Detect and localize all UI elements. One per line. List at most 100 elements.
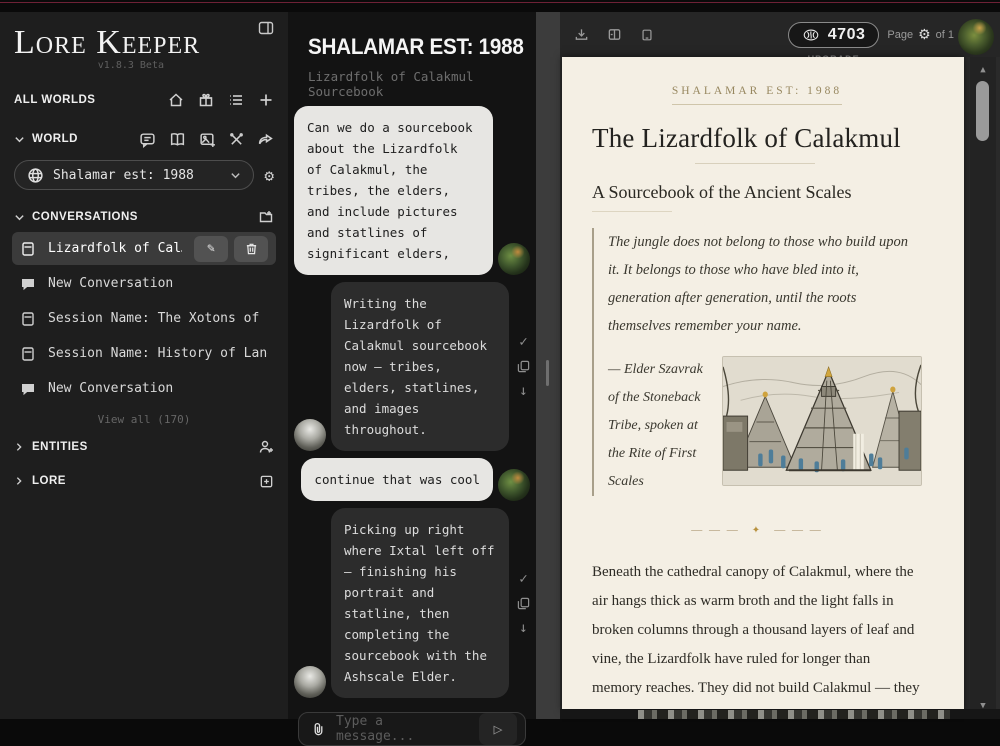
document-blockquote: The jungle does not belong to those who … bbox=[592, 228, 922, 496]
next-page-image-edge bbox=[638, 710, 950, 719]
copy-icon[interactable] bbox=[517, 360, 530, 373]
assistant-avatar bbox=[294, 419, 326, 451]
lore-section-row[interactable]: LORE bbox=[0, 468, 288, 494]
gift-icon[interactable] bbox=[198, 92, 214, 108]
edit-conversation-button[interactable]: ✎ bbox=[194, 236, 228, 262]
list-icon[interactable] bbox=[228, 92, 244, 108]
delete-conversation-button[interactable] bbox=[234, 236, 268, 262]
assistant-avatar bbox=[294, 666, 326, 698]
chevron-right-icon bbox=[14, 476, 24, 486]
all-worlds-label: ALL WORLDS bbox=[14, 94, 95, 106]
attach-paperclip-icon[interactable] bbox=[311, 722, 326, 737]
new-folder-icon[interactable] bbox=[258, 209, 274, 225]
chevron-down-icon[interactable] bbox=[14, 134, 25, 145]
scrollbar-thumb[interactable] bbox=[976, 81, 989, 141]
document-viewer: 4703 UPGRADE Page ⚙ of 1 SHALAMAR EST: 1… bbox=[560, 12, 1000, 719]
split-view-icon[interactable] bbox=[607, 27, 622, 42]
check-icon[interactable]: ✓ bbox=[519, 335, 527, 349]
quote-attribution: — Elder Szavrak of the Stoneback Tribe, … bbox=[608, 356, 704, 496]
add-world-icon[interactable] bbox=[258, 92, 274, 108]
page-label: Page bbox=[887, 29, 913, 41]
view-all-link[interactable]: View all (170) bbox=[0, 413, 288, 426]
panel-resizer[interactable] bbox=[536, 12, 560, 719]
entities-section-row[interactable]: ENTITIES bbox=[0, 434, 288, 460]
assistant-message: Picking up right where Ixtal left off — … bbox=[294, 508, 530, 698]
settings-gear-icon[interactable]: ⚙ bbox=[918, 26, 931, 43]
all-worlds-row: ALL WORLDS bbox=[0, 87, 288, 113]
entities-label: ENTITIES bbox=[32, 441, 88, 453]
send-button[interactable]: ▷ bbox=[479, 713, 517, 745]
conversation-item-selected[interactable]: Lizardfolk of Cal… ✎ bbox=[12, 232, 276, 265]
document-title: The Lizardfolk of Calakmul bbox=[592, 123, 922, 154]
add-lore-icon[interactable] bbox=[259, 474, 274, 489]
window-top-bar bbox=[0, 0, 1000, 12]
message-text: continue that was cool bbox=[301, 458, 493, 501]
world-section-label: WORLD bbox=[32, 133, 78, 145]
message-text: Writing the Lizardfolk of Calakmul sourc… bbox=[331, 282, 509, 451]
message-text: Can we do a sourcebook about the Lizardf… bbox=[294, 106, 493, 275]
chat-icon[interactable] bbox=[139, 131, 156, 148]
copy-icon[interactable] bbox=[517, 597, 530, 610]
assistant-message: Writing the Lizardfolk of Calakmul sourc… bbox=[294, 282, 530, 451]
lore-label: LORE bbox=[32, 475, 66, 487]
book-open-icon[interactable] bbox=[169, 131, 186, 148]
token-count: 4703 bbox=[828, 26, 866, 44]
image-add-icon[interactable] bbox=[199, 131, 216, 148]
chat-title: SHALAMAR EST: 1988 bbox=[308, 34, 522, 60]
add-person-icon[interactable] bbox=[258, 439, 274, 455]
tools-icon[interactable] bbox=[229, 132, 244, 147]
conversation-item[interactable]: Session Name: History of Land… bbox=[12, 337, 276, 370]
conversations-label: CONVERSATIONS bbox=[32, 211, 138, 223]
share-icon[interactable] bbox=[257, 131, 274, 148]
conversation-item[interactable]: Session Name: The Xotons of S… bbox=[12, 302, 276, 335]
message-text: Picking up right where Ixtal left off — … bbox=[331, 508, 509, 698]
conversation-item[interactable]: New Conversation bbox=[12, 372, 276, 405]
message-list: Can we do a sourcebook about the Lizardf… bbox=[288, 99, 536, 708]
chat-bubble-icon bbox=[20, 276, 36, 292]
chevron-down-icon bbox=[230, 170, 241, 181]
resizer-handle-icon[interactable] bbox=[546, 360, 549, 386]
download-message-icon[interactable]: ↓ bbox=[519, 621, 527, 635]
accent-line bbox=[0, 2, 1000, 3]
world-selector-dropdown[interactable]: Shalamar est: 1988 bbox=[14, 160, 254, 190]
app-logo: Lore Keeper bbox=[14, 26, 288, 60]
title-rule bbox=[695, 163, 815, 164]
book-icon bbox=[20, 241, 36, 257]
user-avatar bbox=[498, 243, 530, 275]
chevron-down-icon[interactable] bbox=[14, 212, 25, 223]
world-selector-value: Shalamar est: 1988 bbox=[53, 168, 194, 183]
world-settings-gear-icon[interactable]: ⚙ bbox=[264, 166, 274, 185]
quote-text: The jungle does not belong to those who … bbox=[608, 228, 922, 340]
next-page-preview bbox=[560, 709, 1000, 719]
conversation-title: Session Name: The Xotons of S… bbox=[48, 311, 268, 326]
brain-icon bbox=[802, 28, 820, 42]
scroll-up-icon[interactable]: ▲ bbox=[970, 65, 996, 75]
check-icon[interactable]: ✓ bbox=[519, 572, 527, 586]
user-avatar bbox=[498, 469, 530, 501]
diamond-icon: ✦ bbox=[752, 525, 762, 536]
user-message: Can we do a sourcebook about the Lizardf… bbox=[294, 106, 530, 275]
book-icon bbox=[20, 346, 36, 362]
chat-subtitle: Lizardfolk of Calakmul Sourcebook bbox=[308, 69, 536, 99]
conversation-title: New Conversation bbox=[48, 381, 173, 396]
document-body-paragraph: Beneath the cathedral canopy of Calakmul… bbox=[592, 558, 922, 710]
home-icon[interactable] bbox=[168, 92, 184, 108]
message-input[interactable]: Type a message... ▷ bbox=[298, 712, 526, 746]
globe-icon bbox=[27, 167, 44, 184]
device-view-icon[interactable] bbox=[640, 28, 654, 42]
section-divider-ornament: — — — ✦ — — — bbox=[592, 524, 922, 536]
download-document-icon[interactable] bbox=[574, 27, 589, 42]
document-scrollbar[interactable]: ▲ ▼ bbox=[970, 57, 996, 719]
download-message-icon[interactable]: ↓ bbox=[519, 384, 527, 398]
conversation-item[interactable]: New Conversation bbox=[12, 267, 276, 300]
collapse-sidebar-icon[interactable] bbox=[258, 20, 274, 36]
page-count: of 1 bbox=[936, 29, 954, 41]
document-subtitle: A Sourcebook of the Ancient Scales bbox=[592, 182, 922, 203]
chat-panel: SHALAMAR EST: 1988 Lizardfolk of Calakmu… bbox=[288, 12, 536, 719]
app-version: v1.8.3 Beta bbox=[14, 60, 164, 71]
document-kicker: SHALAMAR EST: 1988 bbox=[592, 85, 922, 97]
chat-bubble-icon bbox=[20, 381, 36, 397]
conversation-title: New Conversation bbox=[48, 276, 173, 291]
profile-avatar[interactable] bbox=[958, 19, 994, 55]
token-count-pill[interactable]: 4703 UPGRADE bbox=[788, 22, 880, 48]
